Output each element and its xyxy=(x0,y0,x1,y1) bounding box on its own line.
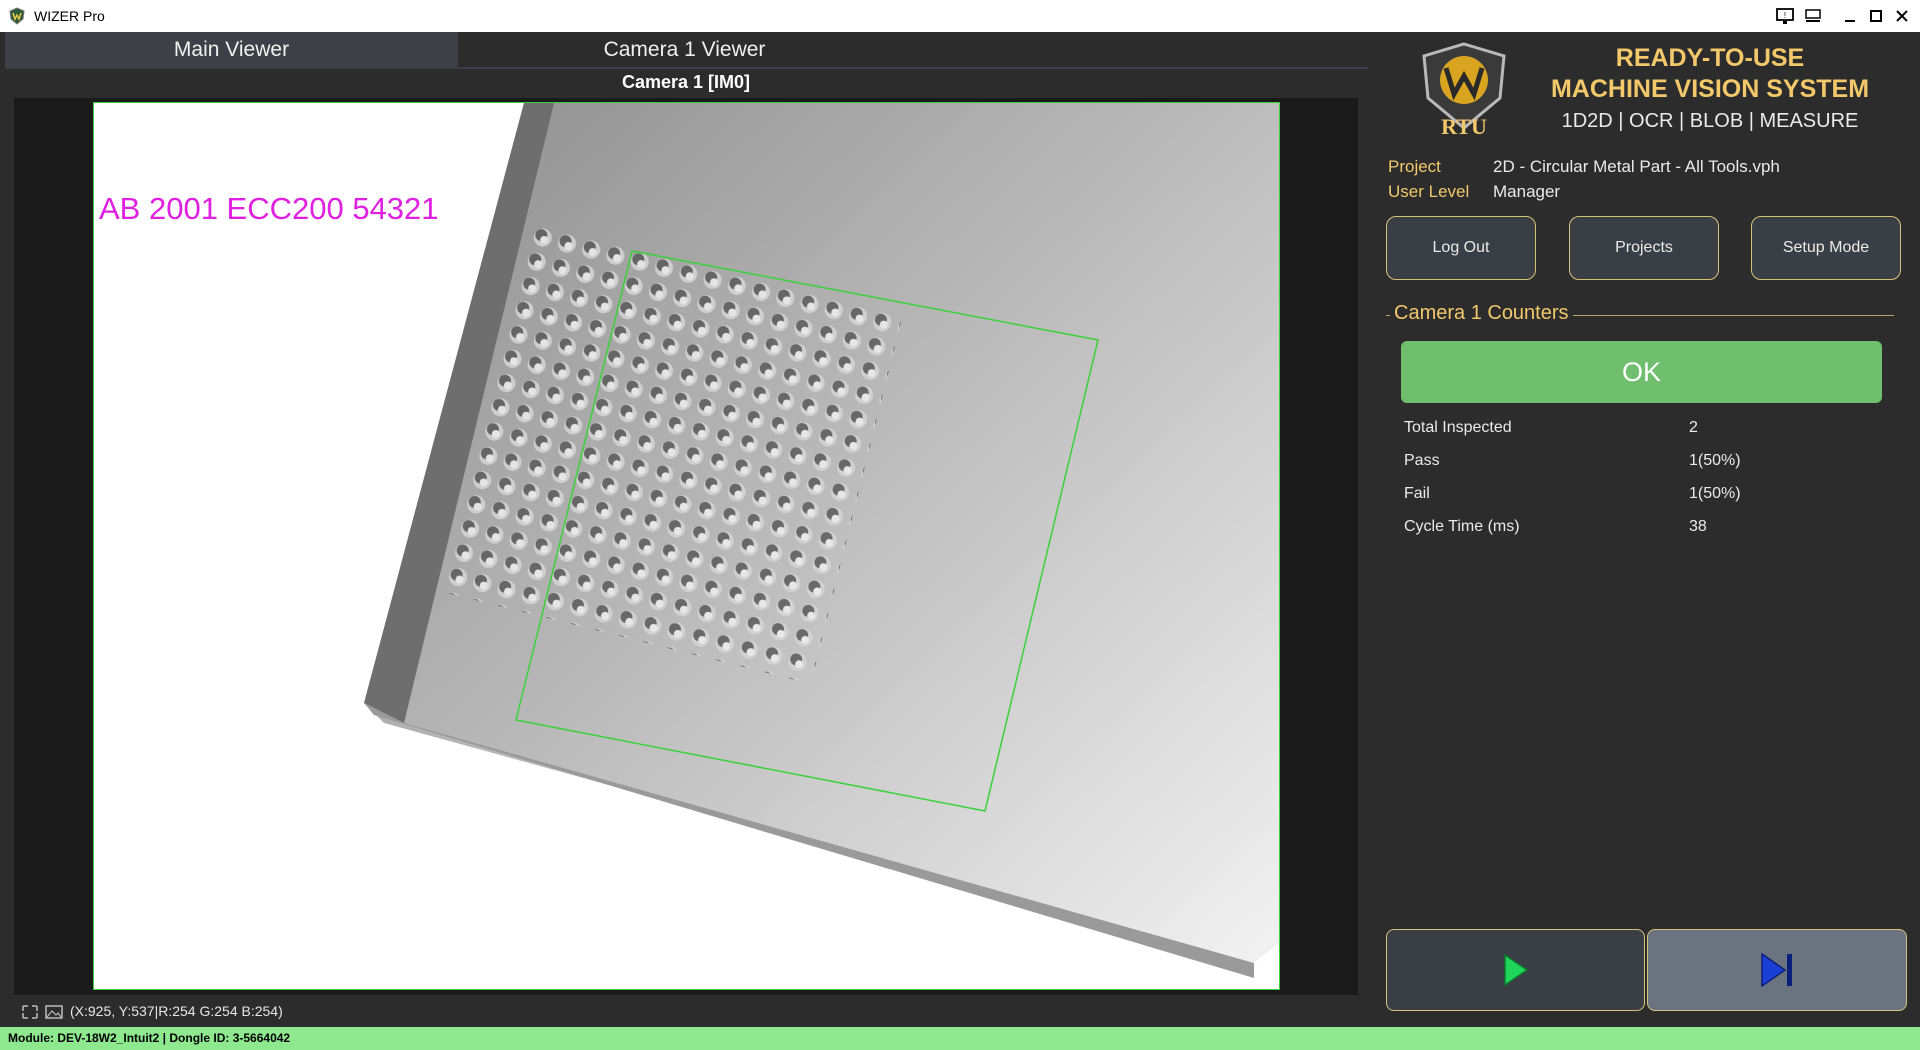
pass-label: Pass xyxy=(1404,452,1440,469)
headline-1: READY-TO-USE xyxy=(1615,44,1805,72)
fail-value: 1(50%) xyxy=(1689,485,1741,502)
fail-label: Fail xyxy=(1404,485,1430,502)
skip-next-icon xyxy=(1761,952,1792,988)
maximize-icon xyxy=(1870,10,1882,22)
setup-mode-button[interactable]: Setup Mode xyxy=(1751,216,1901,280)
run-button[interactable] xyxy=(1386,929,1645,1011)
rtu-logo: RTU xyxy=(1422,42,1506,138)
inspection-status: OK xyxy=(1401,341,1882,403)
projects-button[interactable]: Projects xyxy=(1569,216,1719,280)
window-titlebar: WIZER Pro ! xyxy=(0,0,1920,32)
metal-part-image xyxy=(364,103,1279,978)
window-title: WIZER Pro xyxy=(34,8,105,24)
logo-text: RTU xyxy=(1441,114,1487,138)
close-icon xyxy=(1896,10,1908,22)
close-button[interactable] xyxy=(1887,3,1917,29)
monitor-icon[interactable]: ! xyxy=(1770,3,1800,29)
wizer-shield-icon xyxy=(9,7,25,25)
total-inspected-value: 2 xyxy=(1689,419,1698,436)
user-level-label: User Level xyxy=(1388,182,1470,201)
pixel-coordinates: (X:925, Y:537|R:254 G:254 B:254) xyxy=(70,1003,283,1019)
viewer-statusbar: (X:925, Y:537|R:254 G:254 B:254) xyxy=(0,1000,1368,1024)
camera-label: Camera 1 [IM0] xyxy=(621,72,751,92)
module-info: Module: DEV-18W2_Intuit2 | Dongle ID: 3-… xyxy=(8,1031,291,1045)
headline-2: MACHINE VISION SYSTEM xyxy=(1550,75,1870,103)
total-inspected-label: Total Inspected xyxy=(1404,419,1512,436)
step-button[interactable] xyxy=(1647,929,1907,1011)
cycle-time-label: Cycle Time (ms) xyxy=(1404,518,1520,535)
camera-image[interactable]: AB 2001 ECC200 54321 xyxy=(93,102,1280,990)
cycle-time-value: 38 xyxy=(1689,518,1707,535)
viewer-tabs: Main Viewer Camera 1 Viewer xyxy=(5,32,1368,68)
project-label: Project xyxy=(1388,157,1441,176)
tab-divider xyxy=(5,67,1368,69)
ocr-result-text: AB 2001 ECC200 54321 xyxy=(99,191,439,226)
image-icon[interactable] xyxy=(44,1003,64,1021)
ribbon-icon[interactable] xyxy=(1798,3,1828,29)
fit-view-icon[interactable] xyxy=(20,1003,40,1021)
play-icon xyxy=(1503,953,1528,987)
tab-camera-1-viewer[interactable]: Camera 1 Viewer xyxy=(458,32,911,68)
counters-title: Camera 1 Counters xyxy=(1390,302,1573,325)
tab-main-viewer[interactable]: Main Viewer xyxy=(5,32,458,68)
minimize-icon xyxy=(1845,20,1855,22)
svg-text:!: ! xyxy=(1784,11,1786,20)
user-level-value: Manager xyxy=(1493,182,1561,201)
module-status-bar: Module: DEV-18W2_Intuit2 | Dongle ID: 3-… xyxy=(0,1027,1920,1050)
pass-value: 1(50%) xyxy=(1689,452,1741,469)
project-value: 2D - Circular Metal Part - All Tools.vph xyxy=(1493,157,1780,176)
log-out-button[interactable]: Log Out xyxy=(1386,216,1536,280)
tools-line: 1D2D | OCR | BLOB | MEASURE xyxy=(1561,110,1859,132)
